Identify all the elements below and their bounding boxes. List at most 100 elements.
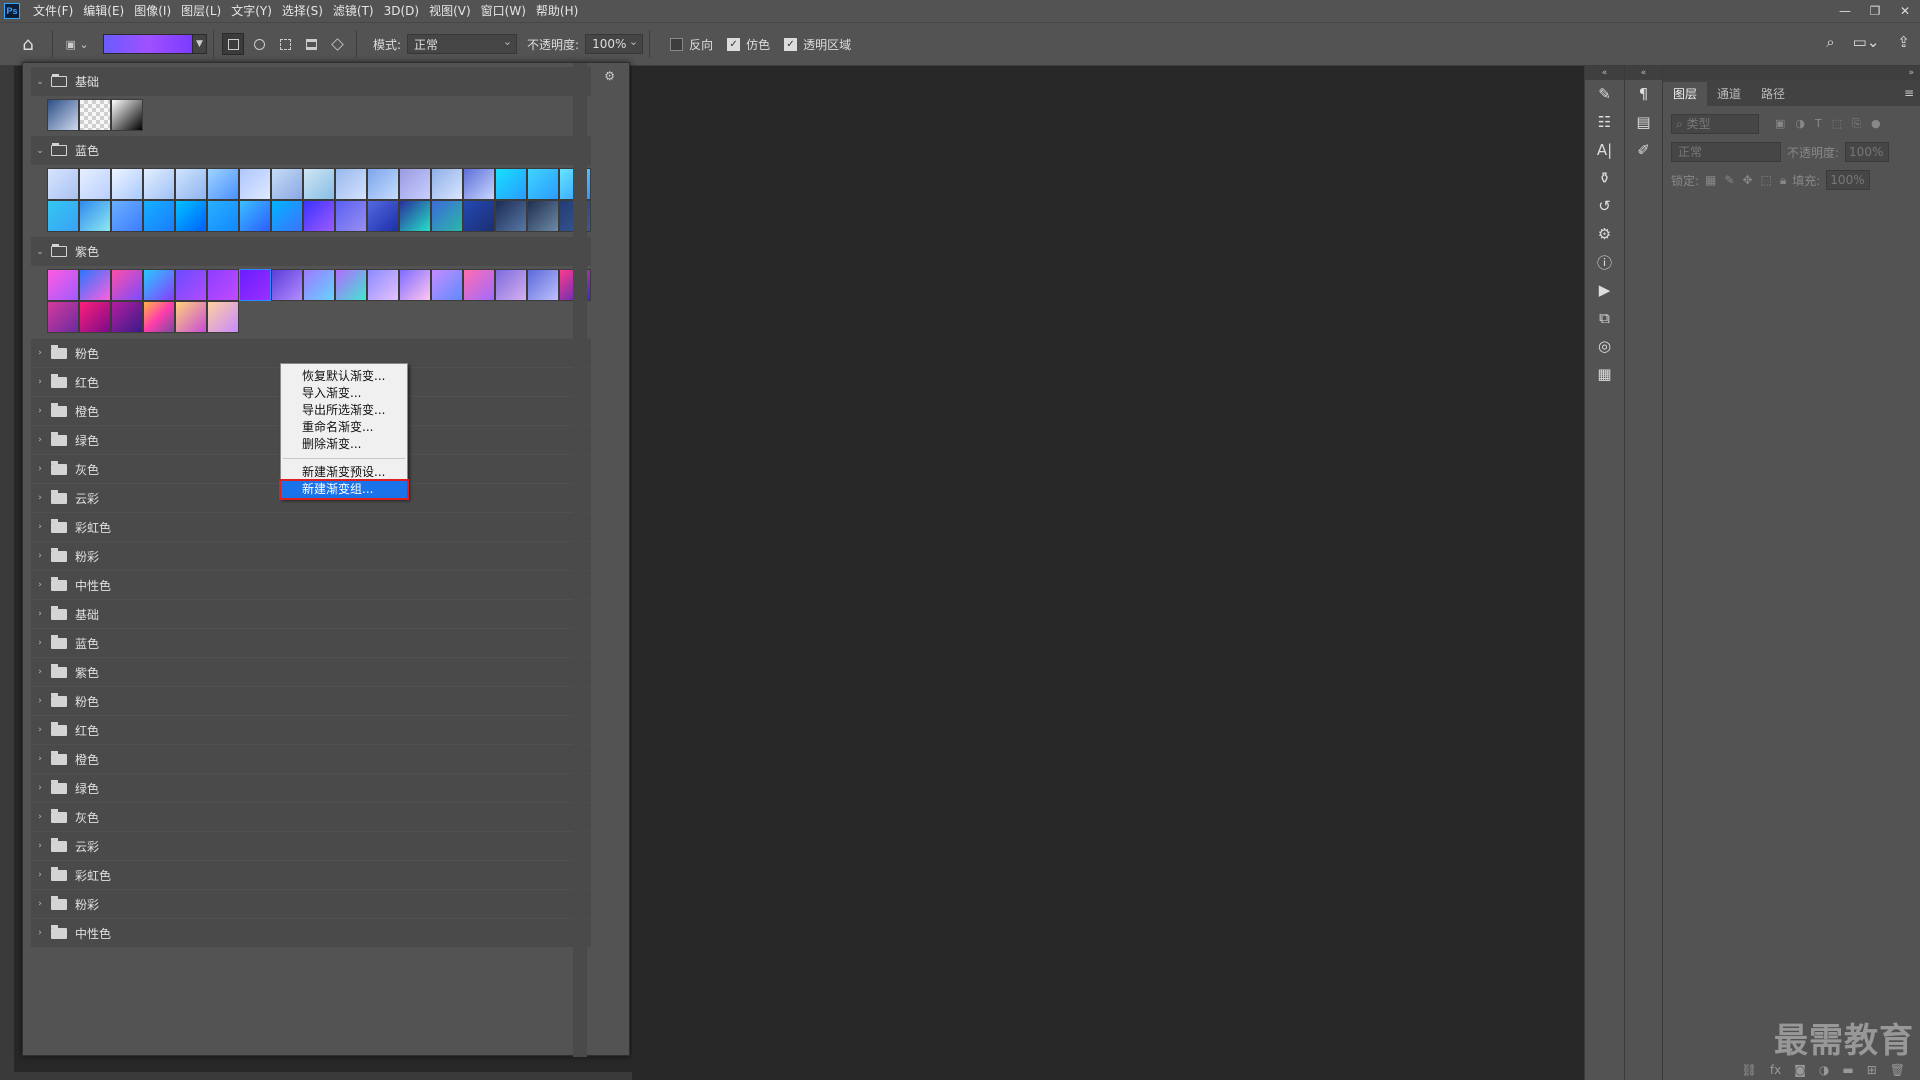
shape-filter-icon[interactable]: ⬚ xyxy=(1832,117,1842,131)
gradient-swatch[interactable] xyxy=(239,168,271,200)
gradient-swatch[interactable] xyxy=(399,269,431,301)
angle-gradient-button[interactable] xyxy=(274,33,296,55)
libraries-icon[interactable]: ▤ xyxy=(1625,108,1662,136)
gradient-group-header[interactable]: › 基础 xyxy=(31,599,591,628)
gradient-group-header[interactable]: › 云彩 xyxy=(31,831,591,860)
gradient-swatch[interactable] xyxy=(463,200,495,232)
close-icon[interactable]: ✕ xyxy=(1890,0,1920,22)
gear-icon[interactable]: ⚙ xyxy=(604,69,615,83)
image-filter-icon[interactable]: ▣ xyxy=(1775,117,1785,131)
gradient-swatch[interactable] xyxy=(495,269,527,301)
gradient-swatch[interactable] xyxy=(527,168,559,200)
type-filter-icon[interactable]: T xyxy=(1815,117,1822,131)
menu-item-export-selected[interactable]: 导出所选渐变... xyxy=(281,402,407,419)
menu-item-delete[interactable]: 删除渐变... xyxy=(281,436,407,453)
gradient-swatch[interactable] xyxy=(303,200,335,232)
gradient-swatch[interactable] xyxy=(207,200,239,232)
gradient-swatch[interactable] xyxy=(431,200,463,232)
tab-channels[interactable]: 通道 xyxy=(1707,82,1751,106)
gradient-group-header[interactable]: › 彩虹色 xyxy=(31,512,591,541)
gradient-group-header[interactable]: › 蓝色 xyxy=(31,628,591,657)
menu-item-10[interactable]: 帮助(H) xyxy=(531,0,583,22)
adjustments-icon[interactable]: ☷ xyxy=(1585,108,1624,136)
menu-item-9[interactable]: 窗口(W) xyxy=(476,0,531,22)
bottom-scrollbar[interactable] xyxy=(0,1072,632,1080)
gradient-swatch[interactable] xyxy=(431,269,463,301)
gradient-swatch[interactable] xyxy=(143,301,175,333)
mask-icon[interactable]: ◙ xyxy=(1794,1063,1806,1077)
restore-icon[interactable]: ❐ xyxy=(1860,0,1890,22)
gradient-swatch[interactable] xyxy=(367,269,399,301)
gradient-swatch[interactable] xyxy=(527,200,559,232)
link-icon[interactable]: ⛓ xyxy=(1742,1063,1757,1077)
gradient-group-header[interactable]: › 红色 xyxy=(31,715,591,744)
gradient-swatch[interactable] xyxy=(79,200,111,232)
gradient-swatch[interactable] xyxy=(495,168,527,200)
gradient-swatch[interactable] xyxy=(111,99,143,131)
tab-layers[interactable]: 图层 xyxy=(1663,82,1708,106)
gradient-group-header[interactable]: › 彩虹色 xyxy=(31,860,591,889)
gradient-swatch[interactable] xyxy=(399,200,431,232)
gradient-group-header[interactable]: › 紫色 xyxy=(31,657,591,686)
gradient-swatch[interactable] xyxy=(47,200,79,232)
lock-pixels-icon[interactable]: ✎ xyxy=(1724,173,1734,188)
menu-item-4[interactable]: 文字(Y) xyxy=(226,0,277,22)
menu-item-new-group[interactable]: 新建渐变组... xyxy=(279,479,409,500)
info-icon[interactable]: ⓘ xyxy=(1585,248,1624,276)
3d-icon[interactable]: ◎ xyxy=(1585,332,1624,360)
gradient-swatch[interactable] xyxy=(271,200,303,232)
lock-position-icon[interactable]: ✥ xyxy=(1742,173,1752,188)
reflected-gradient-button[interactable] xyxy=(300,33,322,55)
menu-item-8[interactable]: 视图(V) xyxy=(424,0,476,22)
radial-gradient-button[interactable] xyxy=(248,33,270,55)
collapse-icon[interactable]: « xyxy=(1585,66,1624,80)
gradient-swatch[interactable] xyxy=(47,301,79,333)
gradient-group-header[interactable]: › 灰色 xyxy=(31,802,591,831)
gradient-swatch[interactable] xyxy=(47,269,79,301)
gradient-swatch[interactable] xyxy=(79,99,111,131)
menu-item-1[interactable]: 编辑(E) xyxy=(78,0,129,22)
menu-item-7[interactable]: 3D(D) xyxy=(379,0,424,22)
mode-select[interactable]: 正常 xyxy=(407,34,518,54)
gradient-group-header[interactable]: › 中性色 xyxy=(31,918,591,947)
smart-object-filter-icon[interactable]: ⎘ xyxy=(1852,117,1861,131)
menu-item-0[interactable]: 文件(F) xyxy=(28,0,78,22)
gradient-swatch[interactable] xyxy=(111,200,143,232)
gradient-swatch[interactable] xyxy=(271,168,303,200)
gradient-swatch[interactable] xyxy=(463,168,495,200)
gradient-group-header[interactable]: › 粉彩 xyxy=(31,541,591,570)
chevron-down-icon[interactable]: ▼ xyxy=(193,34,207,54)
adjustment-filter-icon[interactable]: ◑ xyxy=(1795,117,1805,131)
history-icon[interactable]: ↺ xyxy=(1585,192,1624,220)
gradient-group-header[interactable]: ⌄ 基础 xyxy=(31,67,591,96)
reverse-checkbox[interactable]: 反向 xyxy=(670,36,713,53)
properties-icon[interactable]: ⚙ xyxy=(1585,220,1624,248)
menu-item-3[interactable]: 图层(L) xyxy=(176,0,226,22)
gradient-swatch[interactable] xyxy=(175,269,207,301)
home-icon[interactable]: ⌂ xyxy=(10,29,46,59)
tab-paths[interactable]: 路径 xyxy=(1751,82,1795,106)
minimize-icon[interactable]: — xyxy=(1830,0,1860,22)
fx-icon[interactable]: fx xyxy=(1770,1063,1781,1077)
menu-item-6[interactable]: 滤镜(T) xyxy=(328,0,379,22)
linear-gradient-button[interactable] xyxy=(222,33,244,55)
gradient-group-header[interactable]: ⌄ 蓝色 xyxy=(31,136,591,165)
adjustment-layer-icon[interactable]: ◑ xyxy=(1819,1063,1829,1077)
gradient-swatch[interactable] xyxy=(111,168,143,200)
clone-source-icon[interactable]: ⚱ xyxy=(1585,164,1624,192)
gradient-swatch[interactable] xyxy=(303,269,335,301)
gradient-swatch[interactable] xyxy=(431,168,463,200)
gradient-swatch[interactable] xyxy=(79,168,111,200)
fill-field[interactable]: 100% xyxy=(1826,170,1871,190)
gradient-swatch[interactable] xyxy=(47,168,79,200)
character-icon[interactable]: A| xyxy=(1585,136,1624,164)
opacity-field[interactable]: 100% xyxy=(585,34,644,54)
gradient-swatch[interactable] xyxy=(495,200,527,232)
gradient-group-header[interactable]: › 绿色 xyxy=(31,773,591,802)
search-icon[interactable]: ⌕ xyxy=(1826,33,1834,51)
actions-play-icon[interactable]: ▶ xyxy=(1585,276,1624,304)
gradient-swatch[interactable] xyxy=(335,200,367,232)
gradient-swatch[interactable] xyxy=(367,168,399,200)
gradient-swatch[interactable] xyxy=(175,168,207,200)
canvas-area[interactable] xyxy=(632,66,1584,1080)
